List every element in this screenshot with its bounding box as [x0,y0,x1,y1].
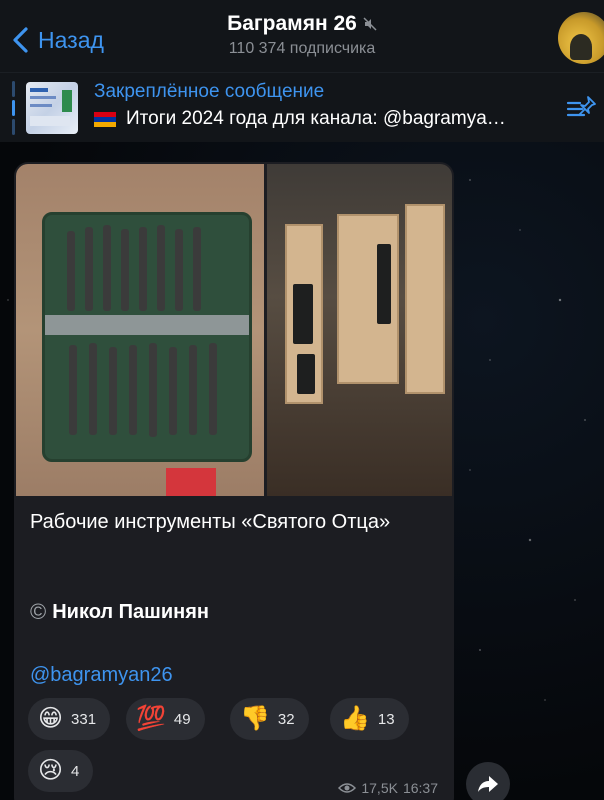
media-album[interactable] [16,164,452,496]
channel-title: Баграмян 26 [227,12,357,35]
pinned-message-bar[interactable]: Закреплённое сообщение Итоги 2024 года д… [0,72,604,142]
reaction-count: 32 [277,710,295,728]
reaction-thumbs-down[interactable]: 👎 32 [230,698,309,740]
message-bubble[interactable]: Рабочие инструменты «Святого Отца» © Ник… [14,162,454,800]
pinned-text: Итоги 2024 года для канала: @bagramya… [126,108,506,129]
thumbs-up-emoji-icon: 👍 [340,705,370,732]
chat-header: Назад Баграмян 26 110 374 подписчика [0,0,604,72]
view-count: 17,5K [361,780,398,796]
pinned-list-icon[interactable] [566,95,598,121]
reaction-grin[interactable]: 😁 331 [28,698,111,740]
channel-info[interactable]: Баграмян 26 110 374 подписчика [0,12,604,58]
photo-tool-case[interactable] [16,164,264,496]
share-button[interactable] [466,762,510,800]
pinned-thumbnail [26,82,78,134]
author-signature: © Никол Пашинян [30,599,209,625]
pinned-title: Закреплённое сообщение [94,81,325,102]
message-time: 16:37 [402,780,438,796]
photo-weapons-boxes[interactable] [267,164,452,496]
channel-link[interactable]: @bagramyan26 [30,664,173,687]
reaction-thumbs-up[interactable]: 👍 13 [330,698,409,740]
mute-icon [363,17,377,31]
grin-emoji-icon: 😁 [38,705,64,732]
crying-emoji-icon: 😢 [38,757,64,784]
subscriber-count: 110 374 подписчика [228,40,376,57]
channel-avatar[interactable] [558,12,604,64]
armenia-flag-icon [94,111,116,127]
hundred-emoji-icon: 💯 [136,705,166,732]
reaction-count: 13 [377,710,395,728]
pinned-text-row: Итоги 2024 года для канала: @bagramya… [94,108,506,130]
copyright-symbol: © [30,599,47,624]
pinned-indicator [12,81,15,135]
reaction-count: 331 [71,710,97,728]
share-icon [478,776,498,792]
message-caption: Рабочие инструменты «Святого Отца» [30,511,391,533]
author-name: Никол Пашинян [52,600,209,623]
reaction-hundred[interactable]: 💯 49 [126,698,205,740]
reaction-crying[interactable]: 😢 4 [28,750,94,792]
thumbs-down-emoji-icon: 👎 [240,705,270,732]
reaction-count: 49 [173,710,191,728]
reaction-count: 4 [71,762,80,780]
eye-icon [338,783,357,793]
message-meta: 17,5K 16:37 [338,780,438,796]
